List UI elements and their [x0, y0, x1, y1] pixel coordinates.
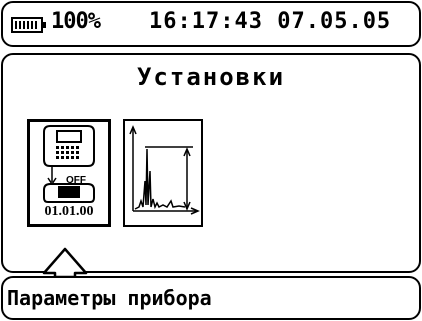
selected-item-description: Параметры прибора [7, 286, 212, 310]
tile-device-settings[interactable]: OFF 01.01.00 [27, 119, 111, 227]
clock: 16:17:43 07.05.05 [149, 9, 391, 34]
battery-icon [11, 17, 46, 33]
time-display: 16:17:43 [149, 9, 263, 34]
off-label: OFF [66, 175, 86, 186]
date-display: 07.05.05 [277, 9, 392, 34]
description-bar: Параметры прибора [1, 276, 421, 320]
device-date-label: 01.01.00 [44, 204, 94, 219]
settings-panel: Установки OFF 01.01.00 [1, 53, 421, 273]
tile-spectrum-settings[interactable] [123, 119, 203, 227]
battery-level: 100% [51, 9, 101, 34]
page-title: Установки [136, 63, 286, 91]
spectrum-chart-icon [129, 125, 200, 215]
selection-pointer-icon [42, 247, 88, 277]
status-bar: 100% 16:17:43 07.05.05 [1, 1, 421, 47]
